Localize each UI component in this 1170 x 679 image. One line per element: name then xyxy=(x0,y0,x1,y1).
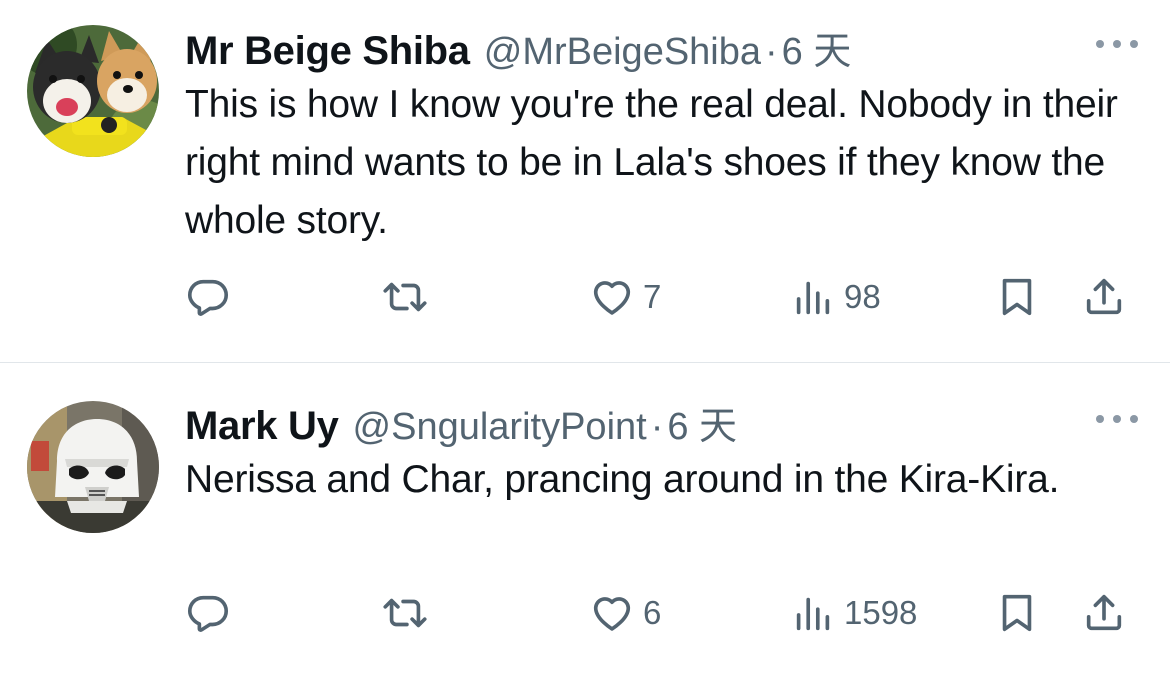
retweet-button[interactable] xyxy=(382,588,428,638)
retweet-button[interactable] xyxy=(382,272,428,322)
share-button[interactable] xyxy=(1081,588,1127,638)
author-handle[interactable]: @MrBeigeShiba xyxy=(484,31,761,74)
tweet-header: Mr Beige Shiba @MrBeigeShiba · 6 天 xyxy=(185,20,851,73)
more-icon[interactable] xyxy=(1096,34,1138,54)
bookmark-icon xyxy=(1002,594,1032,632)
views-icon xyxy=(796,597,830,631)
timestamp[interactable]: 6 天 xyxy=(667,395,737,450)
like-button[interactable]: 7 xyxy=(589,272,661,322)
bookmark-icon xyxy=(1002,278,1032,316)
retweet-icon xyxy=(383,282,427,312)
share-icon xyxy=(1086,594,1122,631)
heart-icon xyxy=(593,281,631,315)
like-count: 7 xyxy=(643,278,662,315)
tweet-actions: 6 1598 xyxy=(185,588,1145,638)
avatar[interactable] xyxy=(27,401,159,533)
author-name[interactable]: Mr Beige Shiba xyxy=(185,29,470,74)
reply-icon xyxy=(187,279,229,316)
avatar-image xyxy=(27,25,159,157)
views-button[interactable]: 1598 xyxy=(790,588,917,638)
separator-dot: · xyxy=(650,406,664,448)
more-icon[interactable] xyxy=(1096,409,1138,429)
retweet-icon xyxy=(383,598,427,628)
views-icon xyxy=(796,281,830,315)
reply-button[interactable] xyxy=(185,272,231,322)
author-name[interactable]: Mark Uy xyxy=(185,404,339,449)
tweet-text: This is how I know you're the real deal.… xyxy=(185,83,1118,242)
tweet-text: Nerissa and Char, prancing around in the… xyxy=(185,458,1060,501)
views-button[interactable]: 98 xyxy=(790,272,881,322)
share-icon xyxy=(1086,278,1122,315)
like-button[interactable]: 6 xyxy=(589,588,661,638)
heart-icon xyxy=(593,597,631,631)
reply-icon xyxy=(187,595,229,632)
avatar[interactable] xyxy=(27,25,159,157)
timestamp[interactable]: 6 天 xyxy=(782,20,852,75)
share-button[interactable] xyxy=(1081,272,1127,322)
bookmark-button[interactable] xyxy=(994,272,1040,322)
bookmark-button[interactable] xyxy=(994,588,1040,638)
reply-button[interactable] xyxy=(185,588,231,638)
tweet[interactable]: Mr Beige Shiba @MrBeigeShiba · 6 天 This … xyxy=(0,0,1170,362)
tweet-header: Mark Uy @SngularityPoint · 6 天 xyxy=(185,395,737,448)
avatar-image xyxy=(27,401,159,533)
view-count: 98 xyxy=(844,278,881,315)
author-handle[interactable]: @SngularityPoint xyxy=(353,406,647,449)
view-count: 1598 xyxy=(844,594,918,631)
tweet-actions: 7 98 xyxy=(185,272,1145,322)
separator-dot: · xyxy=(765,31,778,73)
tweet[interactable]: Mark Uy @SngularityPoint · 6 天 Nerissa a… xyxy=(0,363,1170,679)
like-count: 6 xyxy=(643,594,662,631)
